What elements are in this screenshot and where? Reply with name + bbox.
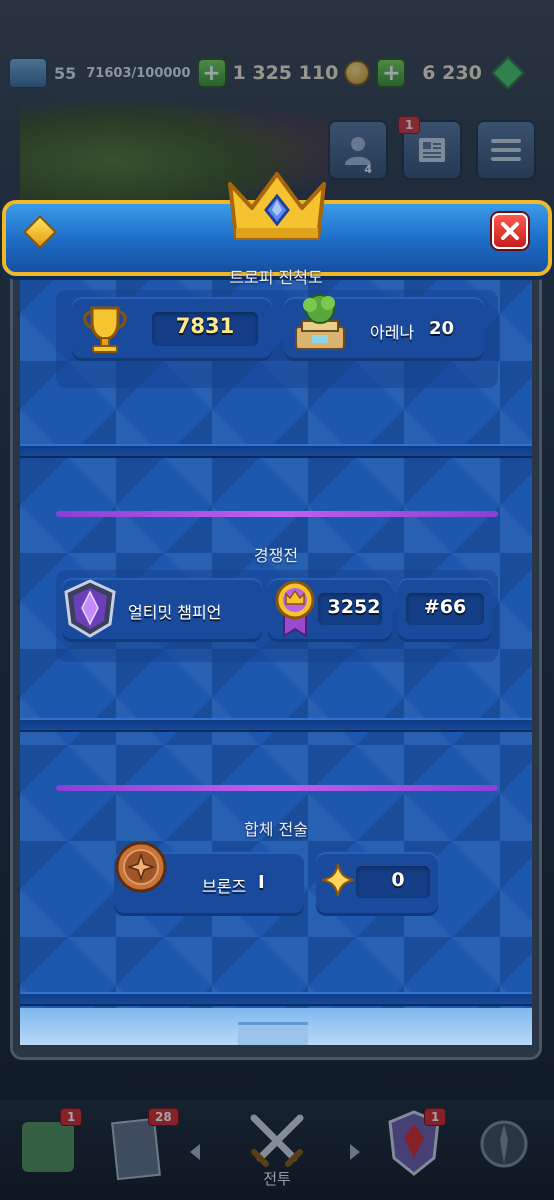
close-button[interactable] [492, 213, 528, 249]
clan-badge: 1 [424, 1108, 447, 1126]
top-status-bar: 55 71603/100000 + 1 325 110 + 6 230 [8, 56, 546, 90]
add-gems-button[interactable]: + [376, 58, 407, 88]
shop-badge: 1 [60, 1108, 83, 1126]
section-divider [20, 444, 532, 458]
nav-clan[interactable]: 1 [384, 1108, 450, 1188]
battle-tab-label: 전투 [263, 1170, 291, 1188]
crossed-swords-icon [250, 1114, 304, 1167]
gold-coin-icon [344, 60, 371, 86]
crown-icon [228, 172, 326, 240]
rank-number: #66 [423, 596, 467, 618]
medals-count: 3252 [327, 596, 381, 618]
trophy-icon [83, 306, 127, 353]
friends-count: 4 [364, 163, 372, 176]
close-icon [501, 222, 519, 240]
trophy-count: 7831 [175, 314, 235, 338]
nav-shop[interactable]: 1 [16, 1108, 83, 1188]
merge-tactics-title: 합체 전술 [244, 820, 308, 839]
merge-accent-line [56, 785, 498, 791]
hamburger-icon [491, 139, 521, 161]
level-icon [8, 57, 48, 89]
merge-tier-label: 브론즈 [202, 877, 247, 896]
nav-cards[interactable]: 28 [108, 1108, 179, 1188]
ultimate-champion-badge-icon [64, 579, 116, 638]
nav-events[interactable] [474, 1108, 540, 1188]
merge-tier-level: I [258, 872, 265, 893]
cards-badge: 28 [148, 1108, 179, 1126]
add-gold-button[interactable]: + [196, 58, 227, 88]
arena-number: 20 [429, 318, 455, 339]
experience-progress: 71603/100000 [86, 65, 191, 81]
trophy-progress-title: 트로피 진척도 [229, 268, 323, 287]
gold-amount: 1 325 110 [232, 62, 339, 84]
sparkle-star-icon [321, 863, 355, 897]
newspaper-icon [419, 138, 445, 162]
nav-right-arrow-icon[interactable] [350, 1144, 360, 1160]
castle-silhouette [238, 1022, 308, 1045]
menu-button[interactable] [476, 120, 536, 180]
league-name: 얼티밋 챔피언 [128, 603, 222, 622]
player-level: 55 [54, 63, 77, 83]
arena-icon [295, 294, 345, 350]
friends-button[interactable]: 4 [328, 120, 388, 180]
friends-icon [345, 137, 371, 165]
news-badge: 1 [398, 116, 421, 134]
section-divider [20, 992, 532, 1006]
news-button[interactable]: 1 [398, 116, 462, 180]
shop-icon [22, 1122, 74, 1172]
arena-label: 아레나 [370, 323, 415, 342]
section-divider [20, 718, 532, 732]
bronze-tier-icon [115, 841, 167, 893]
events-icon [480, 1120, 528, 1168]
ranked-accent-line [56, 511, 498, 517]
social-buttons: 4 1 [328, 116, 536, 180]
medal-icon [275, 580, 315, 638]
merge-stars-count: 0 [391, 869, 405, 891]
ranked-title: 경쟁전 [253, 546, 299, 565]
cards-icon [111, 1117, 161, 1181]
gems-amount: 6 230 [422, 62, 482, 84]
nav-left-arrow-icon[interactable] [190, 1144, 200, 1160]
gem-icon [490, 56, 525, 90]
